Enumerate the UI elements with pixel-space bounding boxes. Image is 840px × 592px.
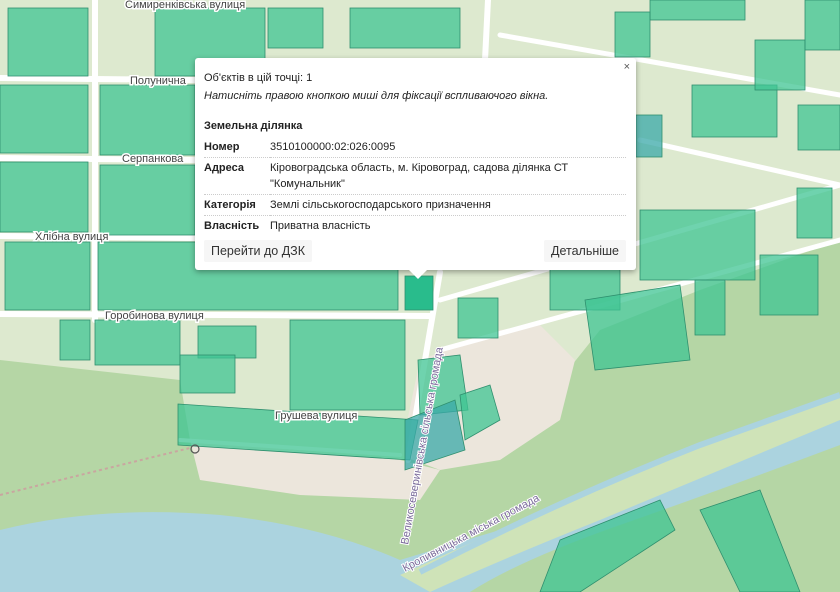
details-button[interactable]: Детальніше — [543, 240, 626, 262]
close-icon[interactable]: × — [624, 61, 630, 73]
attr-value: Землі сільськогосподарського призначення — [270, 194, 626, 216]
objects-count: Об'єктів в цій точці: 1 — [204, 72, 313, 84]
street-label: Горобинова вулиця — [105, 310, 204, 322]
attr-key: Власність — [204, 220, 260, 232]
table-row: Номер 3510100000:02:026:0095 — [204, 137, 626, 158]
table-row: Адреса Кіровоградська область, м. Кіровог… — [204, 157, 626, 195]
street-label: Симиренківська вулиця — [125, 0, 245, 11]
selected-parcel — [404, 275, 434, 311]
street-label: Полунична — [130, 75, 187, 87]
attr-value: Приватна власність — [270, 220, 371, 232]
feature-info-popup: × Об'єктів в цій точці: 1 Натисніть прав… — [195, 58, 636, 279]
table-row: Категорія Землі сільськогосподарського пр… — [204, 194, 626, 216]
popup-hint: Натисніть правою кнопкою миші для фіксац… — [204, 90, 549, 102]
attr-key: Адреса — [204, 157, 270, 195]
attr-value: Кіровоградська область, м. Кіровоград, с… — [270, 157, 626, 195]
section-title: Земельна ділянка — [204, 120, 303, 132]
go-to-dzk-button[interactable]: Перейти до ДЗК — [204, 240, 313, 262]
table-row: Власність Приватна власність — [204, 216, 626, 237]
attributes-table: Номер 3510100000:02:026:0095 Адреса Кірово… — [204, 137, 626, 236]
street-label: Хлібна вулиця — [35, 231, 108, 243]
attr-key: Категорія — [204, 194, 270, 216]
street-label: Серпанкова — [122, 153, 184, 165]
attr-key: Номер — [204, 137, 270, 158]
attr-value: 3510100000:02:026:0095 — [270, 137, 626, 158]
street-label: Грушева вулиця — [275, 410, 357, 422]
